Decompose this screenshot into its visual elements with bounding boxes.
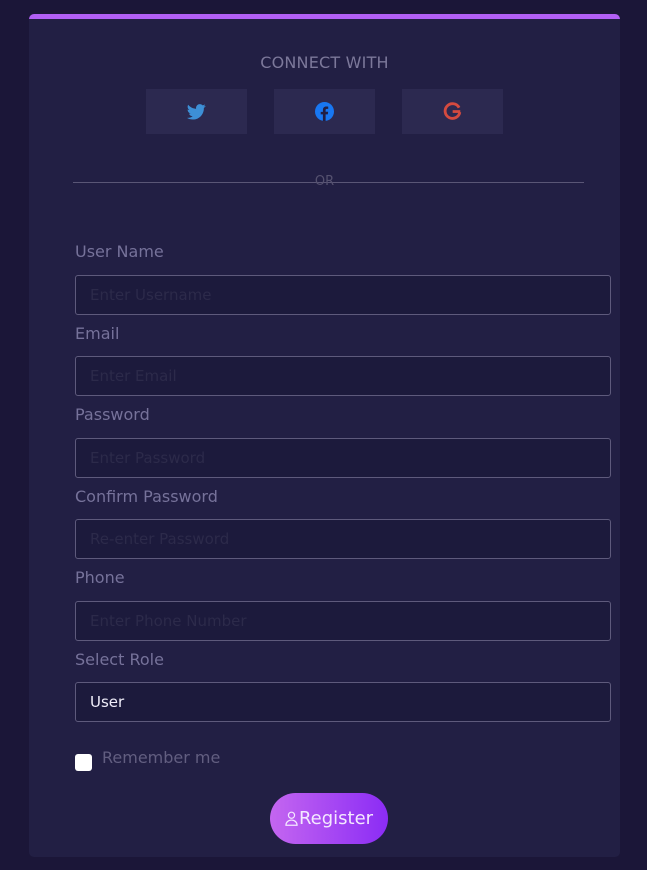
register-button[interactable]: Register [270, 793, 388, 844]
or-label: OR [314, 174, 335, 189]
register-card: CONNECT WITH OR User Name Email Password… [29, 14, 620, 857]
facebook-icon [315, 102, 334, 121]
username-input[interactable] [75, 275, 611, 315]
password-input[interactable] [75, 438, 611, 478]
role-select-value: User [90, 693, 125, 711]
google-login-button[interactable] [402, 89, 503, 134]
twitter-login-button[interactable] [146, 89, 247, 134]
register-label: Register [298, 808, 374, 829]
remember-me-checkbox[interactable] [75, 754, 92, 771]
remember-me-label: Remember me [102, 748, 221, 767]
connect-with-title: CONNECT WITH [260, 53, 389, 72]
email-label: Email [75, 324, 120, 343]
phone-label: Phone [75, 568, 125, 587]
password-label: Password [75, 405, 150, 424]
google-icon [443, 102, 462, 120]
confirm-password-input[interactable] [75, 519, 611, 559]
email-input[interactable] [75, 356, 611, 396]
phone-input[interactable] [75, 601, 611, 641]
user-icon [285, 811, 298, 826]
twitter-icon [187, 103, 206, 120]
facebook-login-button[interactable] [274, 89, 375, 134]
select-role-label: Select Role [75, 650, 164, 669]
username-label: User Name [75, 242, 164, 261]
role-select[interactable]: User [75, 682, 611, 722]
confirm-password-label: Confirm Password [75, 487, 218, 506]
